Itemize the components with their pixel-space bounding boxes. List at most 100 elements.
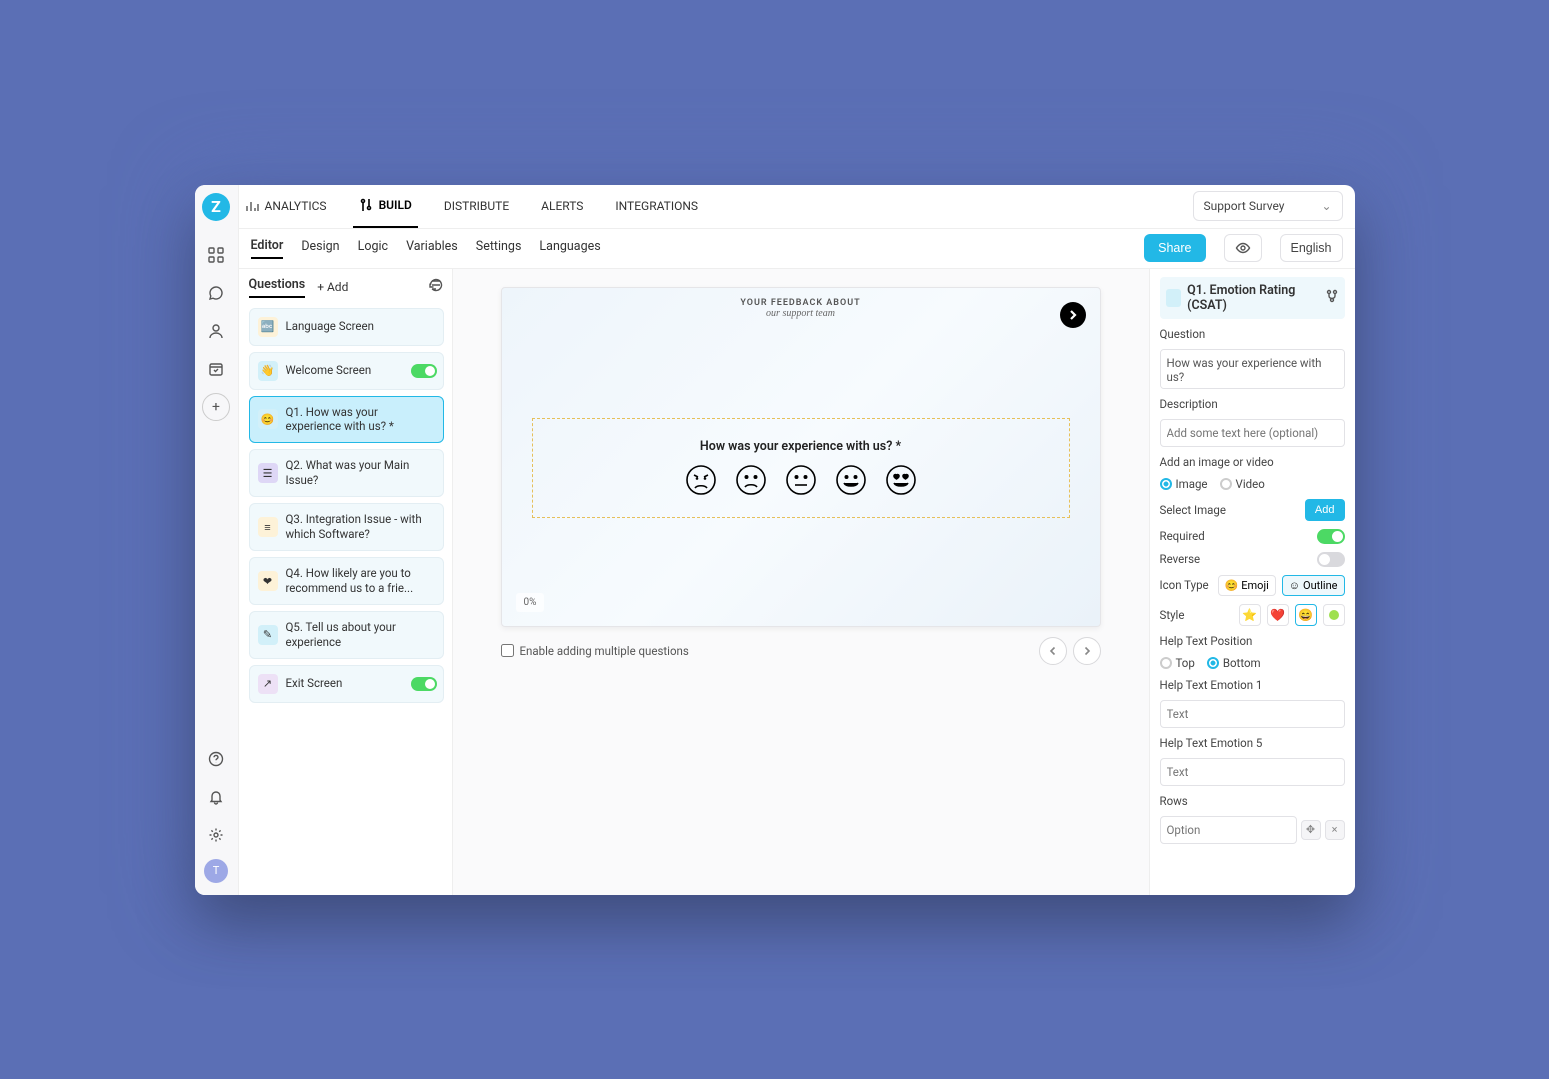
subnav-languages[interactable]: Languages	[539, 239, 600, 258]
description-field-label: Description	[1160, 397, 1345, 411]
user-icon[interactable]	[202, 317, 230, 345]
subnav-design[interactable]: Design	[301, 239, 339, 258]
chat-icon[interactable]	[202, 279, 230, 307]
questions-tabs: Questions + Add	[249, 277, 444, 298]
subnav-variables[interactable]: Variables	[406, 239, 458, 258]
nav-analytics[interactable]: ANALYTICS	[239, 185, 333, 229]
question-card[interactable]: 😊Q1. How was your experience with us? *	[249, 396, 444, 444]
chevron-left-icon	[1047, 645, 1059, 657]
preview-header-line2: our support team	[502, 308, 1100, 319]
help-pos-top-radio[interactable]: Top	[1160, 656, 1195, 670]
question-input[interactable]	[1160, 349, 1345, 389]
logic-branch-icon[interactable]	[1325, 289, 1339, 307]
language-button[interactable]: English	[1280, 234, 1343, 262]
emotion-faces	[685, 464, 917, 496]
add-icon[interactable]: +	[202, 393, 230, 421]
face-love-icon[interactable]	[885, 464, 917, 496]
icon-rail: Z + T	[195, 185, 239, 895]
rows-remove-button[interactable]: ×	[1325, 820, 1345, 840]
media-image-radio[interactable]: Image	[1160, 477, 1208, 491]
reverse-toggle[interactable]	[1317, 552, 1345, 567]
rows-drag-handle[interactable]: ✥	[1301, 820, 1321, 840]
face-sad-icon[interactable]	[735, 464, 767, 496]
preview-header-line1: YOUR FEEDBACK ABOUT	[502, 298, 1100, 308]
subnav-editor[interactable]: Editor	[251, 238, 284, 259]
style-star-button[interactable]: ⭐	[1239, 604, 1261, 626]
properties-panel: Q1. Emotion Rating (CSAT) Question Descr…	[1149, 269, 1355, 895]
multi-question-label: Enable adding multiple questions	[520, 644, 689, 658]
rows-option-input[interactable]	[1160, 816, 1297, 844]
next-slide-button[interactable]	[1073, 637, 1101, 665]
dashboard-icon[interactable]	[202, 241, 230, 269]
help-pos-radio-row: Top Bottom	[1160, 656, 1345, 670]
top-nav: ANALYTICS BUILD DISTRIBUTE ALERTS INTEGR…	[239, 185, 1355, 229]
question-card[interactable]: 🔤Language Screen	[249, 308, 444, 346]
icon-type-outline-button[interactable]: ☺Outline	[1282, 575, 1345, 596]
chevron-right-icon	[1066, 308, 1080, 322]
question-card[interactable]: 👋Welcome Screen	[249, 352, 444, 390]
question-type-icon: ❤	[258, 571, 278, 591]
help1-input[interactable]	[1160, 700, 1345, 728]
preview-button[interactable]	[1224, 234, 1262, 262]
question-card[interactable]: ☰Q2. What was your Main Issue?	[249, 449, 444, 497]
face-angry-icon[interactable]	[685, 464, 717, 496]
survey-selector[interactable]: Support Survey	[1193, 191, 1343, 221]
editor-body: Questions + Add 🔤Language Screen 👋Welcome…	[239, 269, 1355, 895]
style-dot-button[interactable]	[1323, 604, 1345, 626]
preview-question-box: How was your experience with us? *	[532, 418, 1070, 518]
avatar[interactable]: T	[204, 859, 228, 883]
question-toggle[interactable]	[411, 364, 437, 378]
help-pos-bottom-radio[interactable]: Bottom	[1207, 656, 1261, 670]
question-card-label: Q1. How was your experience with us? *	[286, 405, 435, 435]
add-question-button[interactable]: + Add	[317, 280, 348, 294]
help5-input[interactable]	[1160, 758, 1345, 786]
nav-analytics-label: ANALYTICS	[265, 199, 327, 213]
style-label: Style	[1160, 608, 1185, 622]
nav-build-label: BUILD	[379, 198, 412, 212]
question-card[interactable]: ❤Q4. How likely are you to recommend us …	[249, 557, 444, 605]
style-smile-button[interactable]: 😄	[1295, 604, 1317, 626]
help-icon[interactable]	[202, 745, 230, 773]
nav-build[interactable]: BUILD	[353, 185, 418, 229]
help-pos-top-label: Top	[1176, 656, 1195, 670]
subnav-settings[interactable]: Settings	[476, 239, 522, 258]
logo[interactable]: Z	[202, 193, 230, 221]
multi-question-checkbox[interactable]: Enable adding multiple questions	[501, 644, 689, 658]
icon-type-emoji-button[interactable]: 😊Emoji	[1218, 575, 1276, 596]
app-window: Z + T ANALYTICS	[195, 185, 1355, 895]
question-card-label: Q2. What was your Main Issue?	[286, 458, 435, 488]
nav-distribute[interactable]: DISTRIBUTE	[438, 185, 515, 229]
style-heart-button[interactable]: ❤️	[1267, 604, 1289, 626]
multi-question-input[interactable]	[501, 644, 514, 657]
face-neutral-icon[interactable]	[785, 464, 817, 496]
add-image-button[interactable]: Add	[1305, 499, 1345, 521]
survey-preview: YOUR FEEDBACK ABOUT our support team How…	[501, 287, 1101, 627]
calendar-icon[interactable]	[202, 355, 230, 383]
question-toggle[interactable]	[411, 677, 437, 691]
prev-slide-button[interactable]	[1039, 637, 1067, 665]
question-card[interactable]: ↗Exit Screen	[249, 665, 444, 703]
chevron-right-icon	[1081, 645, 1093, 657]
media-video-radio[interactable]: Video	[1220, 477, 1265, 491]
progress-indicator: 0%	[516, 593, 545, 612]
preview-canvas: YOUR FEEDBACK ABOUT our support team How…	[453, 269, 1149, 895]
face-happy-icon[interactable]	[835, 464, 867, 496]
history-icon[interactable]	[428, 277, 444, 297]
nav-alerts[interactable]: ALERTS	[535, 185, 589, 229]
nav-distribute-label: DISTRIBUTE	[444, 199, 509, 213]
gear-icon[interactable]	[202, 821, 230, 849]
question-card[interactable]: ✎Q5. Tell us about your experience	[249, 611, 444, 659]
question-card[interactable]: ≡Q3. Integration Issue - with which Soft…	[249, 503, 444, 551]
questions-tab[interactable]: Questions	[249, 277, 306, 298]
share-button[interactable]: Share	[1144, 234, 1205, 262]
nav-integrations[interactable]: INTEGRATIONS	[609, 185, 704, 229]
help1-label: Help Text Emotion 1	[1160, 678, 1345, 692]
subnav-logic[interactable]: Logic	[358, 239, 388, 258]
question-type-icon: 🔤	[258, 317, 278, 337]
description-input[interactable]	[1160, 419, 1345, 447]
icon-type-outline-label: Outline	[1303, 579, 1338, 592]
required-toggle[interactable]	[1317, 529, 1345, 544]
icon-type-label: Icon Type	[1160, 578, 1209, 592]
bell-icon[interactable]	[202, 783, 230, 811]
next-button[interactable]	[1060, 302, 1086, 328]
